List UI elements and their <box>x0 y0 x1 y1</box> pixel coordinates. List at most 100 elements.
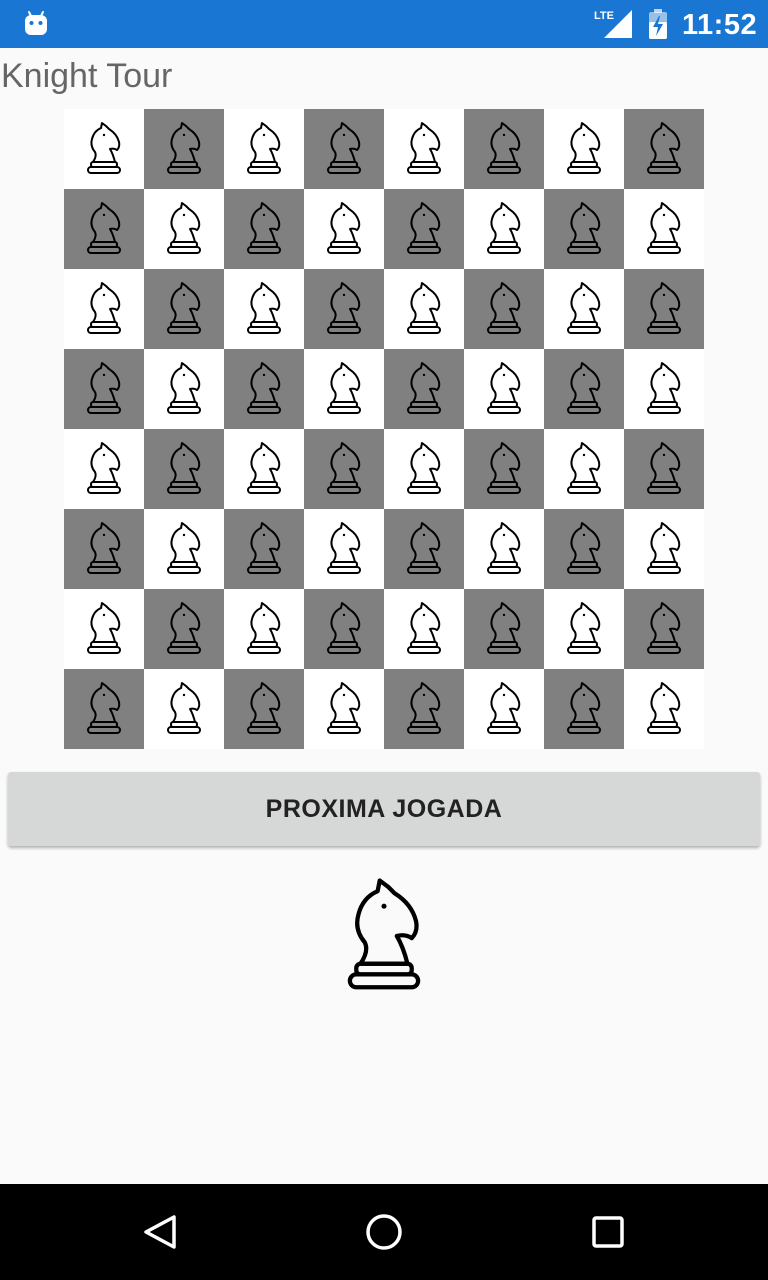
board-square[interactable] <box>544 509 624 589</box>
board-square[interactable] <box>624 429 704 509</box>
board-square[interactable] <box>144 189 224 269</box>
knight-icon <box>83 119 125 179</box>
knight-icon <box>483 679 525 739</box>
board-square[interactable] <box>304 509 384 589</box>
board-square[interactable] <box>624 189 704 269</box>
knight-icon <box>563 279 605 339</box>
board-square[interactable] <box>144 589 224 669</box>
knight-icon <box>163 679 205 739</box>
board-square[interactable] <box>304 589 384 669</box>
knight-icon <box>643 519 685 579</box>
board-square[interactable] <box>64 189 144 269</box>
knight-icon <box>403 119 445 179</box>
board-square[interactable] <box>224 349 304 429</box>
knight-icon <box>483 439 525 499</box>
knight-icon <box>563 359 605 419</box>
board-square[interactable] <box>624 589 704 669</box>
board-square[interactable] <box>384 349 464 429</box>
board-square[interactable] <box>64 509 144 589</box>
recents-icon[interactable] <box>580 1204 636 1260</box>
board-square[interactable] <box>544 349 624 429</box>
board-square[interactable] <box>544 189 624 269</box>
knight-icon <box>403 199 445 259</box>
board-square[interactable] <box>384 189 464 269</box>
board-square[interactable] <box>464 269 544 349</box>
board-square[interactable] <box>464 509 544 589</box>
board-square[interactable] <box>384 589 464 669</box>
knight-icon <box>243 119 285 179</box>
board-square[interactable] <box>544 669 624 749</box>
board-square[interactable] <box>144 269 224 349</box>
board-square[interactable] <box>544 109 624 189</box>
knight-icon <box>243 679 285 739</box>
board-square[interactable] <box>624 349 704 429</box>
board-square[interactable] <box>304 269 384 349</box>
chess-board[interactable] <box>64 109 704 749</box>
knight-icon <box>243 279 285 339</box>
knight-icon <box>323 599 365 659</box>
home-icon[interactable] <box>356 1204 412 1260</box>
knight-icon <box>243 199 285 259</box>
board-square[interactable] <box>464 669 544 749</box>
knight-icon <box>563 199 605 259</box>
knight-icon <box>403 279 445 339</box>
board-square[interactable] <box>384 669 464 749</box>
board-square[interactable] <box>224 509 304 589</box>
board-square[interactable] <box>544 429 624 509</box>
board-square[interactable] <box>64 269 144 349</box>
board-square[interactable] <box>464 429 544 509</box>
knight-icon <box>563 599 605 659</box>
board-square[interactable] <box>64 349 144 429</box>
knight-icon <box>563 119 605 179</box>
board-square[interactable] <box>144 509 224 589</box>
board-square[interactable] <box>144 109 224 189</box>
board-square[interactable] <box>144 429 224 509</box>
board-square[interactable] <box>624 509 704 589</box>
board-square[interactable] <box>224 589 304 669</box>
board-square[interactable] <box>64 429 144 509</box>
board-square[interactable] <box>304 429 384 509</box>
board-square[interactable] <box>304 109 384 189</box>
knight-icon <box>83 679 125 739</box>
knight-icon <box>403 519 445 579</box>
board-square[interactable] <box>304 669 384 749</box>
board-square[interactable] <box>624 669 704 749</box>
knight-icon <box>483 599 525 659</box>
board-square[interactable] <box>64 669 144 749</box>
board-square[interactable] <box>384 509 464 589</box>
board-square[interactable] <box>224 429 304 509</box>
board-square[interactable] <box>64 109 144 189</box>
board-square[interactable] <box>544 589 624 669</box>
board-square[interactable] <box>224 189 304 269</box>
knight-icon <box>403 679 445 739</box>
knight-icon <box>347 878 421 990</box>
knight-icon <box>83 599 125 659</box>
board-square[interactable] <box>464 109 544 189</box>
knight-icon <box>643 119 685 179</box>
board-square[interactable] <box>464 589 544 669</box>
board-square[interactable] <box>464 189 544 269</box>
knight-icon <box>563 439 605 499</box>
knight-icon <box>483 359 525 419</box>
board-square[interactable] <box>384 429 464 509</box>
board-square[interactable] <box>624 269 704 349</box>
board-square[interactable] <box>384 109 464 189</box>
board-square[interactable] <box>384 269 464 349</box>
board-square[interactable] <box>224 269 304 349</box>
board-square[interactable] <box>544 269 624 349</box>
board-square[interactable] <box>64 589 144 669</box>
knight-icon <box>323 279 365 339</box>
board-square[interactable] <box>624 109 704 189</box>
board-square[interactable] <box>304 189 384 269</box>
board-square[interactable] <box>304 349 384 429</box>
board-square[interactable] <box>144 669 224 749</box>
board-square[interactable] <box>224 109 304 189</box>
next-move-button[interactable]: PROXIMA JOGADA <box>8 772 760 846</box>
back-icon[interactable] <box>132 1204 188 1260</box>
board-square[interactable] <box>464 349 544 429</box>
board-square[interactable] <box>144 349 224 429</box>
board-square[interactable] <box>224 669 304 749</box>
knight-icon <box>163 279 205 339</box>
network-type-label: LTE <box>594 10 614 22</box>
knight-icon <box>403 359 445 419</box>
